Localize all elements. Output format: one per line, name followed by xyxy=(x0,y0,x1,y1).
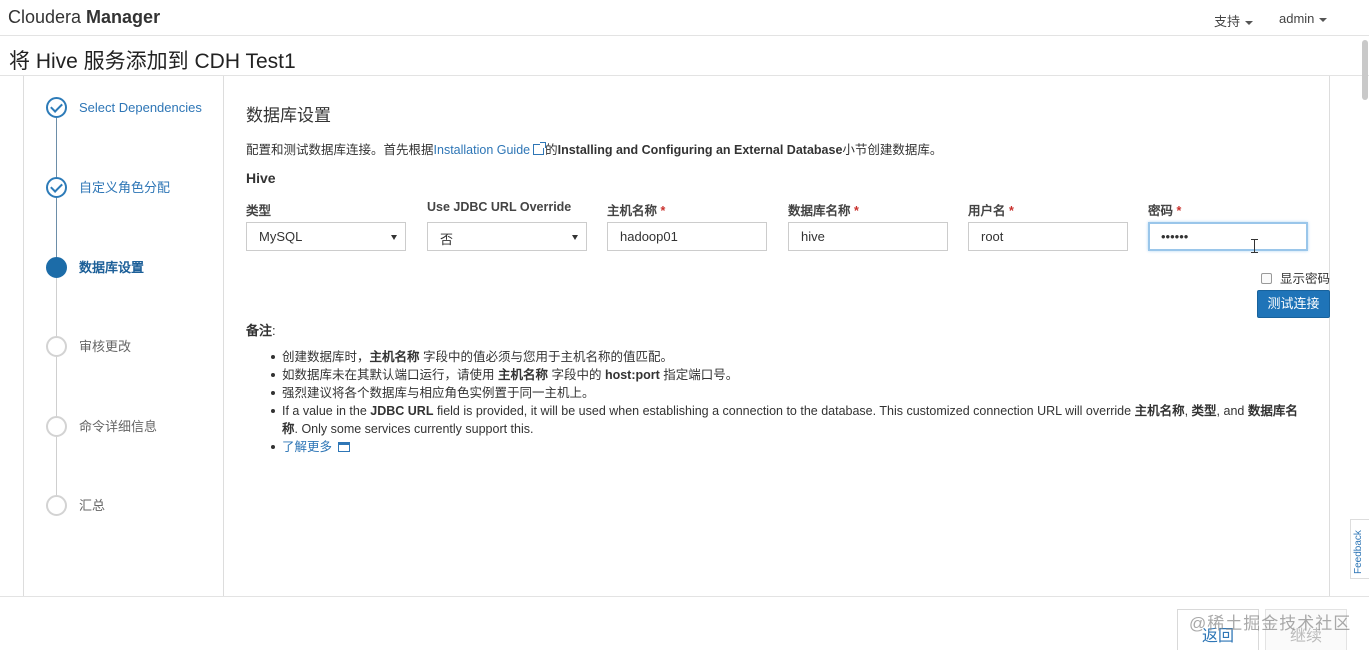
wizard-step-label: 汇总 xyxy=(79,498,106,513)
user-label: admin xyxy=(1279,11,1315,26)
host-label: 主机名称 * xyxy=(607,200,767,218)
required-mark: * xyxy=(1176,204,1182,218)
wizard-container: Select Dependencies 自定义角色分配 数据库设置 审核更改 命… xyxy=(23,76,1330,596)
watermark-text: @稀土掘金技术社区 xyxy=(1189,614,1352,633)
required-mark: * xyxy=(854,204,859,218)
required-mark: * xyxy=(1009,204,1014,218)
learn-more-link[interactable]: 了解更多 xyxy=(282,440,351,454)
notes-list: 创建数据库时，主机名称 字段中的值必须与您用于主机名称的值匹配。 如数据库未在其… xyxy=(271,348,1312,456)
database-setup-panel: 数据库设置 配置和测试数据库连接。首先根据Installation Guide 的… xyxy=(246,76,1331,596)
required-mark: * xyxy=(660,204,666,218)
db-name-label: 数据库名称 * xyxy=(788,200,948,218)
service-heading: Hive xyxy=(246,170,276,186)
external-link-icon xyxy=(533,142,547,155)
check-circle-icon xyxy=(46,177,67,198)
jdbc-override-field: Use JDBC URL Override 否 xyxy=(427,200,587,251)
username-field: 用户名 * root xyxy=(968,200,1128,251)
installation-guide-link-text: Installation Guide xyxy=(433,143,531,157)
list-item: 创建数据库时，主机名称 字段中的值必须与您用于主机名称的值匹配。 xyxy=(271,348,1312,366)
host-label-text: 主机名称 xyxy=(607,204,658,218)
wizard-steps: Select Dependencies 自定义角色分配 数据库设置 审核更改 命… xyxy=(24,76,224,596)
password-input[interactable]: •••••• xyxy=(1148,222,1308,251)
section-title: 数据库设置 xyxy=(246,106,331,125)
wizard-step-label: 审核更改 xyxy=(79,339,132,354)
dropdown-arrow-icon xyxy=(391,235,397,240)
db-type-label: 类型 xyxy=(246,204,272,218)
top-navbar: Cloudera Manager 支持 admin xyxy=(0,0,1369,36)
db-name-input[interactable]: hive xyxy=(788,222,948,251)
jdbc-override-value: 否 xyxy=(440,232,454,247)
password-label-text: 密码 xyxy=(1148,204,1174,218)
username-label: 用户名 * xyxy=(968,200,1128,218)
jdbc-override-select[interactable]: 否 xyxy=(427,222,587,251)
show-password-checkbox[interactable] xyxy=(1261,273,1272,284)
db-name-label-text: 数据库名称 xyxy=(788,204,851,218)
popup-window-icon xyxy=(338,442,351,452)
list-item: 了解更多 xyxy=(271,438,1312,456)
caret-down-icon xyxy=(1319,17,1328,22)
pending-step-circle-icon xyxy=(46,416,67,437)
username-label-text: 用户名 xyxy=(968,204,1006,218)
test-connection-button[interactable]: 测试连接 xyxy=(1257,290,1330,318)
page-title: 将 Hive 服务添加到 CDH Test1 xyxy=(9,50,296,73)
feedback-tab[interactable]: Feedback xyxy=(1350,519,1369,579)
notes-title-colon: : xyxy=(272,323,276,338)
current-step-dot-icon xyxy=(46,257,67,278)
wizard-step-label: 自定义角色分配 xyxy=(79,180,171,195)
caret-down-icon xyxy=(1245,20,1254,25)
pending-step-circle-icon xyxy=(46,336,67,357)
show-password-toggle[interactable]: 显示密码 xyxy=(1261,268,1330,287)
brand-text: Cloudera xyxy=(8,7,87,27)
db-name-field: 数据库名称 * hive xyxy=(788,200,948,251)
host-input[interactable]: hadoop01 xyxy=(607,222,767,251)
password-field: 密码 * •••••• xyxy=(1148,200,1308,251)
text-cursor-icon xyxy=(1251,239,1258,253)
db-type-value: MySQL xyxy=(259,229,303,244)
support-menu[interactable]: 支持 xyxy=(1214,11,1254,30)
host-field: 主机名称 * hadoop01 xyxy=(607,200,767,251)
intro-suffix: 小节创建数据库。 xyxy=(842,143,943,157)
intro-bold: Installing and Configuring an External D… xyxy=(557,143,843,157)
intro-text: 配置和测试数据库连接。首先根据Installation Guide 的Instal… xyxy=(246,139,942,158)
support-label: 支持 xyxy=(1214,14,1241,29)
learn-more-text: 了解更多 xyxy=(282,440,333,454)
page-scrollbar[interactable] xyxy=(1361,40,1369,520)
installation-guide-link[interactable]: Installation Guide xyxy=(433,142,547,157)
notes-title-text: 备注 xyxy=(246,323,273,338)
notes-title: 备注: xyxy=(246,320,276,339)
wizard-footer xyxy=(0,596,1369,650)
scrollbar-thumb[interactable] xyxy=(1362,40,1368,100)
pending-step-circle-icon xyxy=(46,495,67,516)
intro-mid: 的 xyxy=(545,143,558,157)
user-menu[interactable]: admin xyxy=(1279,11,1328,26)
db-type-select[interactable]: MySQL xyxy=(246,222,406,251)
wizard-step-label: 数据库设置 xyxy=(79,260,145,275)
password-label: 密码 * xyxy=(1148,200,1308,218)
check-circle-icon xyxy=(46,97,67,118)
jdbc-override-label: Use JDBC URL Override xyxy=(427,200,572,214)
feedback-label: Feedback xyxy=(1353,530,1364,574)
brand-text-bold: Manager xyxy=(86,7,161,27)
show-password-label: 显示密码 xyxy=(1280,272,1331,286)
wizard-step-label: Select Dependencies xyxy=(79,100,202,115)
brand-logo[interactable]: Cloudera Manager xyxy=(8,7,160,28)
db-type-field: 类型 MySQL xyxy=(246,200,406,251)
intro-prefix: 配置和测试数据库连接。首先根据 xyxy=(246,143,434,157)
username-input[interactable]: root xyxy=(968,222,1128,251)
title-bar: 将 Hive 服务添加到 CDH Test1 xyxy=(0,36,1369,76)
dropdown-arrow-icon xyxy=(572,235,578,240)
list-item: 强烈建议将各个数据库与相应角色实例置于同一主机上。 xyxy=(271,384,1312,402)
list-item: 如数据库未在其默认端口运行，请使用 主机名称 字段中的 host:port 指定… xyxy=(271,366,1312,384)
list-item: If a value in the JDBC URL field is prov… xyxy=(271,402,1312,438)
wizard-step-label: 命令详细信息 xyxy=(79,419,158,434)
